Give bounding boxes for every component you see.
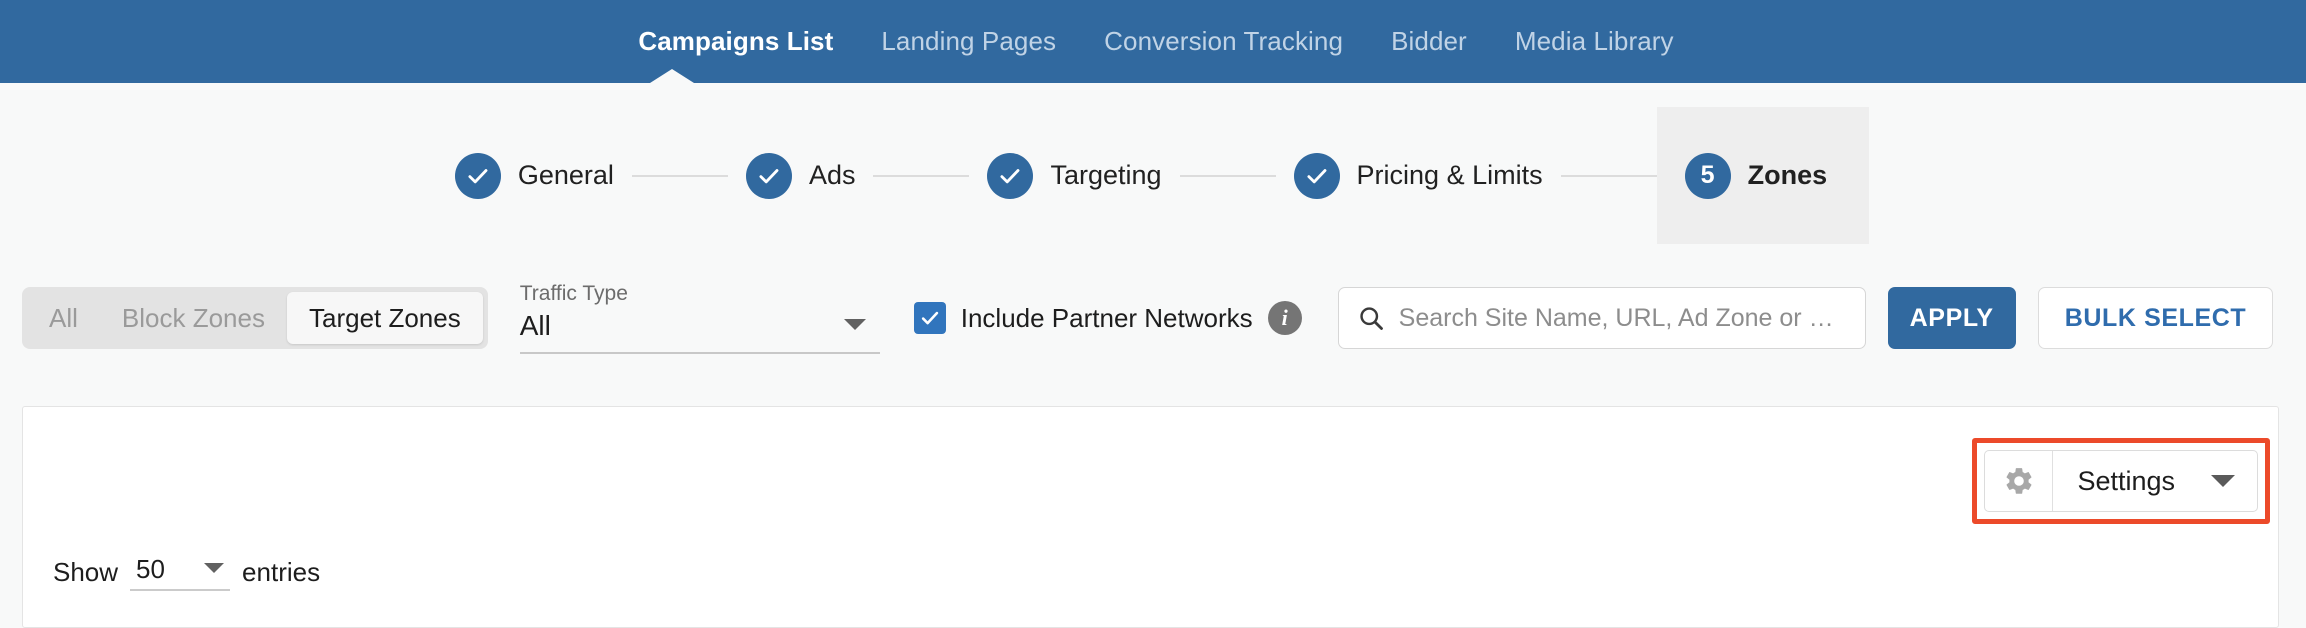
show-entries-prefix: Show (53, 553, 118, 591)
include-partner-networks-label: Include Partner Networks (961, 303, 1253, 334)
show-entries-control: Show 50 entries (53, 549, 320, 591)
settings-label: Settings (2077, 466, 2175, 497)
segment-all[interactable]: All (27, 292, 100, 344)
show-entries-suffix: entries (242, 553, 320, 591)
step-ads-bubble (746, 153, 792, 199)
step-general[interactable]: General (437, 107, 632, 244)
nav-tab-media-library[interactable]: Media Library (1491, 0, 1698, 83)
zone-scope-segmented-control: All Block Zones Target Zones (22, 287, 488, 349)
settings-gear-button[interactable] (1985, 451, 2053, 511)
settings-highlight-box: Settings (1972, 438, 2270, 524)
nav-tab-landing-pages[interactable]: Landing Pages (857, 0, 1080, 83)
step-connector (1180, 175, 1276, 177)
step-ads[interactable]: Ads (728, 107, 874, 244)
step-pricing-limits-label: Pricing & Limits (1357, 160, 1543, 191)
chevron-down-icon (204, 563, 224, 573)
search-icon (1357, 304, 1385, 332)
traffic-type-value: All (520, 310, 551, 342)
check-icon (756, 163, 782, 189)
segment-target-zones[interactable]: Target Zones (287, 292, 483, 344)
entries-per-page-value: 50 (136, 554, 165, 585)
step-general-label: General (518, 160, 614, 191)
step-connector (873, 175, 969, 177)
wizard-stepper: General Ads Targeting (0, 83, 2306, 268)
step-connector (1561, 175, 1657, 177)
step-zones[interactable]: 5 Zones (1657, 107, 1870, 244)
chevron-down-icon (844, 319, 866, 330)
wizard-stepper-region: General Ads Targeting (0, 83, 2306, 268)
active-tab-indicator-arrow-icon (650, 69, 694, 83)
apply-button[interactable]: APPLY (1888, 287, 2016, 349)
nav-tab-conversion-tracking[interactable]: Conversion Tracking (1080, 0, 1367, 83)
check-icon (997, 163, 1023, 189)
traffic-type-select[interactable]: Traffic Type All (520, 282, 880, 354)
nav-tab-list: Campaigns List Landing Pages Conversion … (614, 0, 1697, 83)
entries-per-page-select[interactable]: 50 (130, 549, 230, 591)
step-targeting[interactable]: Targeting (969, 107, 1179, 244)
step-pricing-limits-bubble (1294, 153, 1340, 199)
step-targeting-label: Targeting (1050, 160, 1161, 191)
search-input[interactable] (1399, 288, 1847, 348)
segment-block-zones[interactable]: Block Zones (100, 292, 287, 344)
include-partner-networks-group[interactable]: Include Partner Networks i (914, 301, 1302, 335)
info-icon[interactable]: i (1268, 301, 1302, 335)
step-zones-number: 5 (1701, 163, 1715, 188)
settings-dropdown[interactable]: Settings (1984, 450, 2258, 512)
top-navigation-bar: Campaigns List Landing Pages Conversion … (0, 0, 2306, 83)
step-ads-label: Ads (809, 160, 856, 191)
traffic-type-label: Traffic Type (520, 282, 628, 306)
nav-tab-bidder[interactable]: Bidder (1367, 0, 1491, 83)
step-pricing-limits[interactable]: Pricing & Limits (1276, 107, 1561, 244)
step-connector (632, 175, 728, 177)
step-general-bubble (455, 153, 501, 199)
bulk-select-button[interactable]: BULK SELECT (2038, 287, 2274, 349)
settings-dropdown-toggle[interactable]: Settings (2053, 451, 2257, 511)
gear-icon (2003, 465, 2035, 497)
filter-toolbar: All Block Zones Target Zones Traffic Typ… (22, 282, 2284, 354)
step-zones-bubble: 5 (1685, 153, 1731, 199)
checkmark-icon (919, 307, 941, 329)
check-icon (1304, 163, 1330, 189)
zones-table-card: Settings Show 50 entries (22, 406, 2279, 628)
check-icon (465, 163, 491, 189)
step-zones-label: Zones (1748, 160, 1828, 191)
zone-search-box[interactable] (1338, 287, 1866, 349)
step-targeting-bubble (987, 153, 1033, 199)
include-partner-networks-checkbox[interactable] (914, 302, 946, 334)
chevron-down-icon (2211, 475, 2235, 487)
